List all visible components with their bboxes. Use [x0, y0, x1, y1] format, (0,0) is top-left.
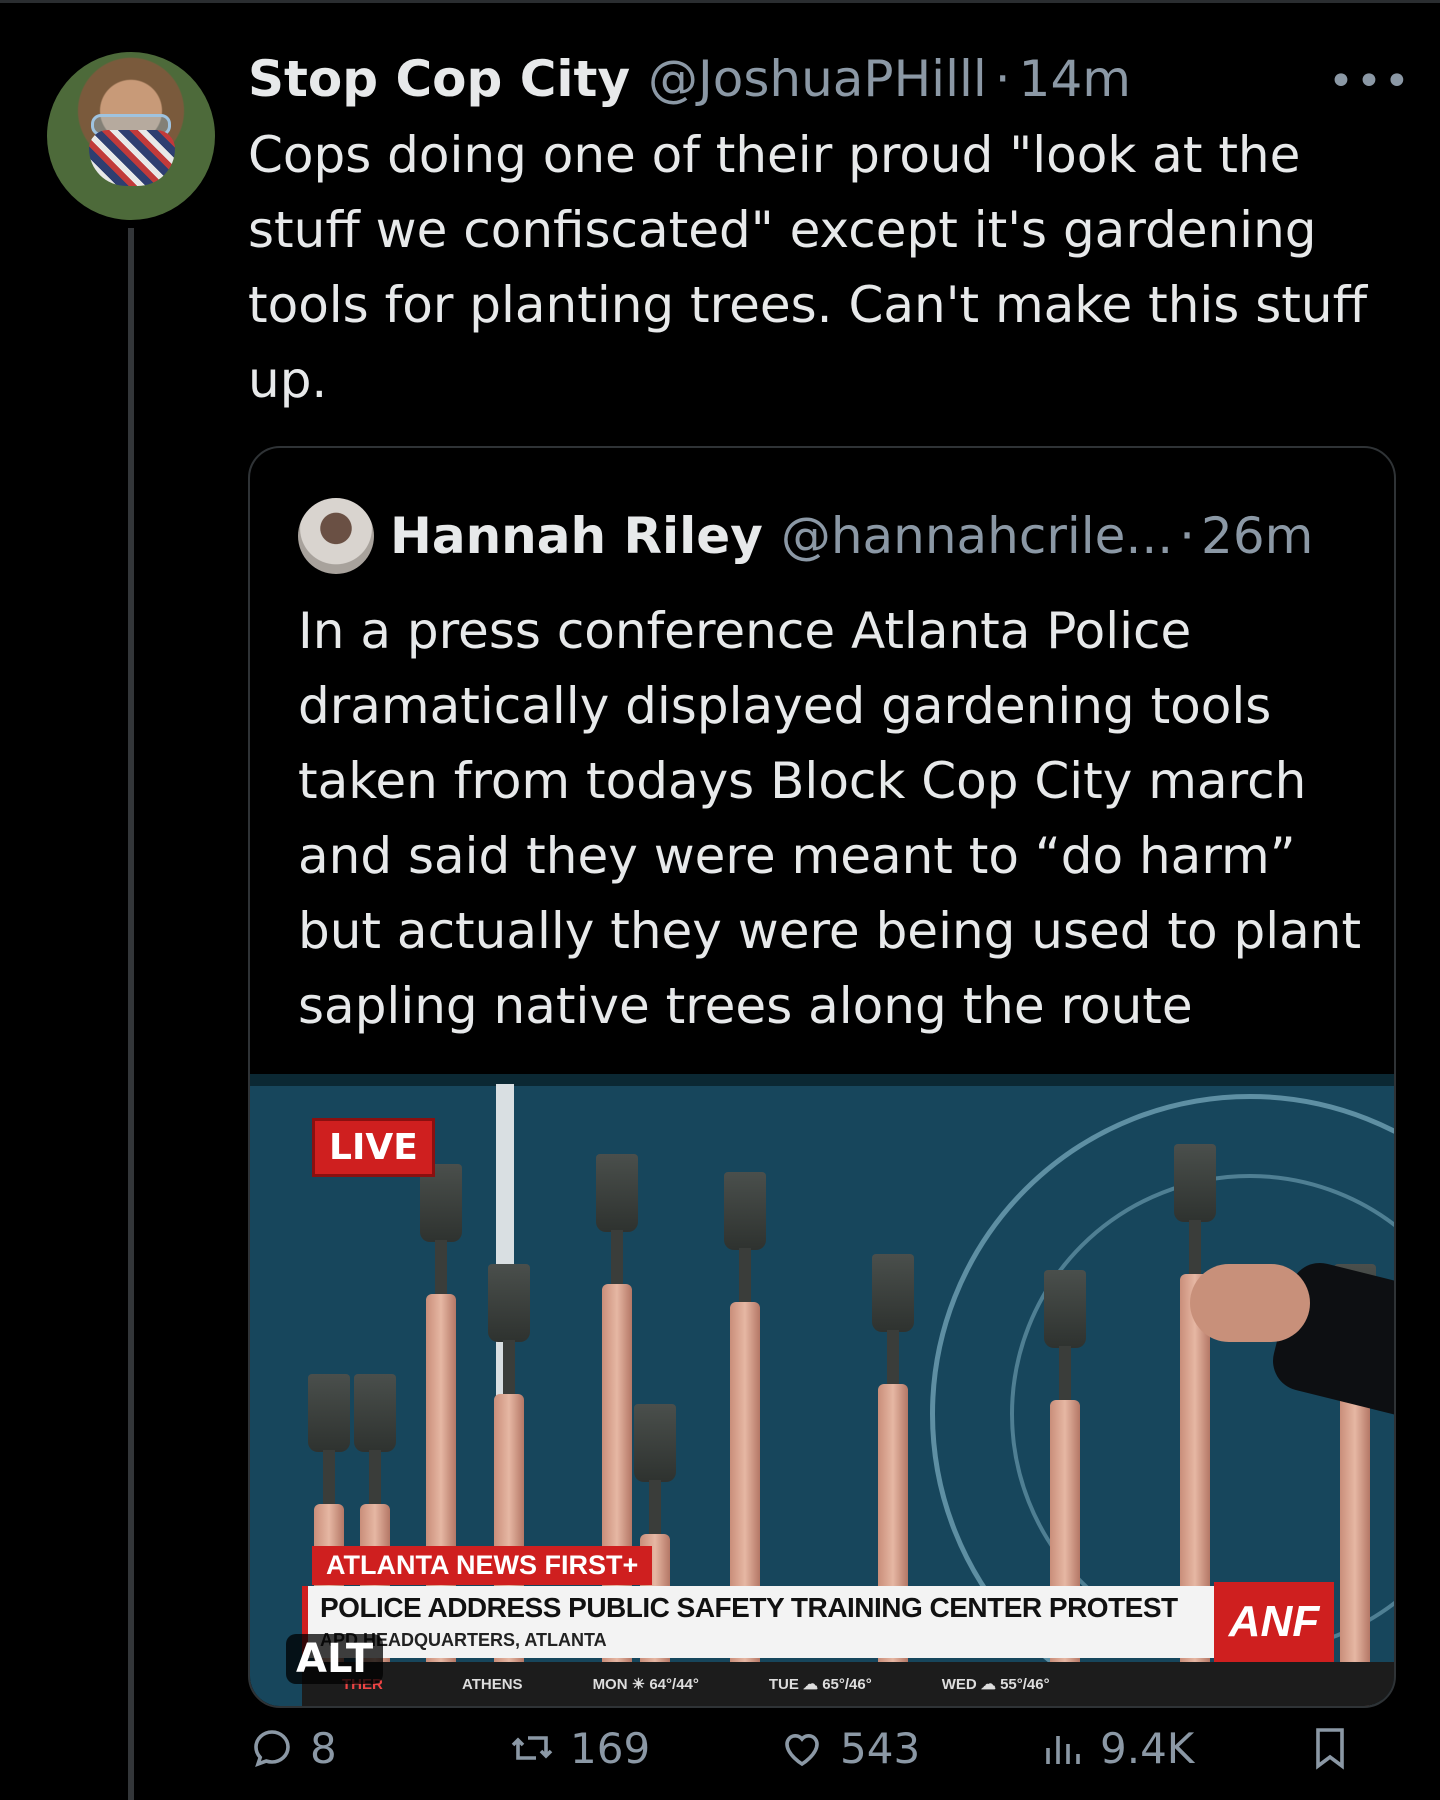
tool-blade — [596, 1154, 638, 1232]
tool-neck — [1189, 1220, 1201, 1280]
tweet-timestamp[interactable]: 14m — [1019, 50, 1131, 108]
author-avatar[interactable] — [47, 52, 215, 220]
tool-blade — [354, 1374, 396, 1452]
tool-neck — [649, 1480, 661, 1540]
retweet-count: 169 — [570, 1723, 651, 1773]
retweet-icon — [511, 1736, 553, 1760]
news-headline: POLICE ADDRESS PUBLIC SAFETY TRAINING CE… — [320, 1592, 1178, 1623]
news-lower-third: POLICE ADDRESS PUBLIC SAFETY TRAINING CE… — [302, 1586, 1222, 1658]
tool-neck — [323, 1450, 335, 1510]
quoted-author-name: Hannah Riley — [390, 507, 763, 565]
views-chart-icon — [1046, 1736, 1080, 1764]
tool-blade — [724, 1172, 766, 1250]
quoted-author-avatar[interactable] — [298, 498, 374, 574]
quoted-tweet[interactable]: Hannah Riley @hannahcrile... · 26m In a … — [248, 446, 1396, 1708]
anf-logo: ANF — [1214, 1582, 1334, 1662]
quoted-tweet-text: In a press conference Atlanta Police dra… — [298, 602, 1362, 1035]
like-count: 543 — [840, 1723, 921, 1773]
tool-neck — [503, 1340, 515, 1400]
ticker-item: ATHENS — [462, 1675, 523, 1693]
tool-blade — [308, 1374, 350, 1452]
quoted-separator-dot: · — [1179, 507, 1196, 565]
ticker-item: TUE ☁ 65°/46° — [768, 1676, 872, 1693]
author-name[interactable]: Stop Cop City — [248, 50, 630, 108]
network-label: ATLANTA NEWS FIRST+ — [312, 1546, 653, 1585]
quoted-tweet-header: Hannah Riley @hannahcrile... · 26m — [390, 498, 1313, 574]
tweet-header: Stop Cop City @JoshuaPHilll · 14m — [248, 44, 1131, 114]
quoted-author-handle: @hannahcrile... — [780, 507, 1174, 565]
quoted-media-image[interactable]: LIVE ATLANTA NEWS FIRST+ POLICE ADDRESS … — [250, 1074, 1394, 1706]
heart-icon — [785, 1734, 819, 1767]
tool-handle — [1050, 1400, 1080, 1706]
tool-blade — [1044, 1270, 1086, 1348]
tweet-actions-bar: 8 169 543 9.4K — [248, 1718, 1368, 1778]
avatar-mask — [89, 130, 175, 186]
thread-line — [128, 228, 134, 1800]
media-top-edge — [250, 1074, 1394, 1086]
bookmark-button[interactable] — [1306, 1724, 1368, 1772]
views-count: 9.4K — [1100, 1723, 1195, 1773]
live-badge: LIVE — [312, 1118, 435, 1177]
more-options-icon[interactable]: ••• — [1328, 56, 1412, 107]
ticker-item: WED ☁ 55°/46° — [941, 1676, 1050, 1693]
tool-neck — [1059, 1346, 1071, 1406]
ticker-item: MON ☀ 64°/44° — [592, 1676, 699, 1693]
bookmark-icon — [1316, 1728, 1344, 1770]
tool-neck — [611, 1230, 623, 1290]
retweet-button[interactable]: 169 — [508, 1724, 650, 1773]
tweet-text: Cops doing one of their proud "look at t… — [248, 126, 1368, 409]
tool-neck — [369, 1450, 381, 1510]
tool-neck — [887, 1330, 899, 1390]
views-button[interactable]: 9.4K — [1038, 1724, 1194, 1773]
officer-hand — [1190, 1264, 1310, 1342]
reply-icon — [254, 1730, 290, 1767]
tool-blade — [488, 1264, 530, 1342]
tool-neck — [435, 1240, 447, 1300]
author-handle[interactable]: @JoshuaPHilll — [648, 50, 987, 108]
top-divider — [0, 0, 1440, 3]
reply-count: 8 — [310, 1723, 337, 1773]
tool-blade — [634, 1404, 676, 1482]
reply-button[interactable]: 8 — [248, 1724, 337, 1773]
tool-neck — [739, 1248, 751, 1308]
separator-dot: · — [994, 50, 1011, 108]
weather-ticker: THER ATHENS MON ☀ 64°/44° TUE ☁ 65°/46° … — [302, 1662, 1394, 1706]
like-button[interactable]: 543 — [778, 1724, 920, 1773]
alt-text-button[interactable]: ALT — [286, 1634, 384, 1684]
tool-handle — [1340, 1394, 1370, 1706]
quoted-timestamp: 26m — [1201, 507, 1314, 565]
tool-blade — [872, 1254, 914, 1332]
tool-blade — [1174, 1144, 1216, 1222]
